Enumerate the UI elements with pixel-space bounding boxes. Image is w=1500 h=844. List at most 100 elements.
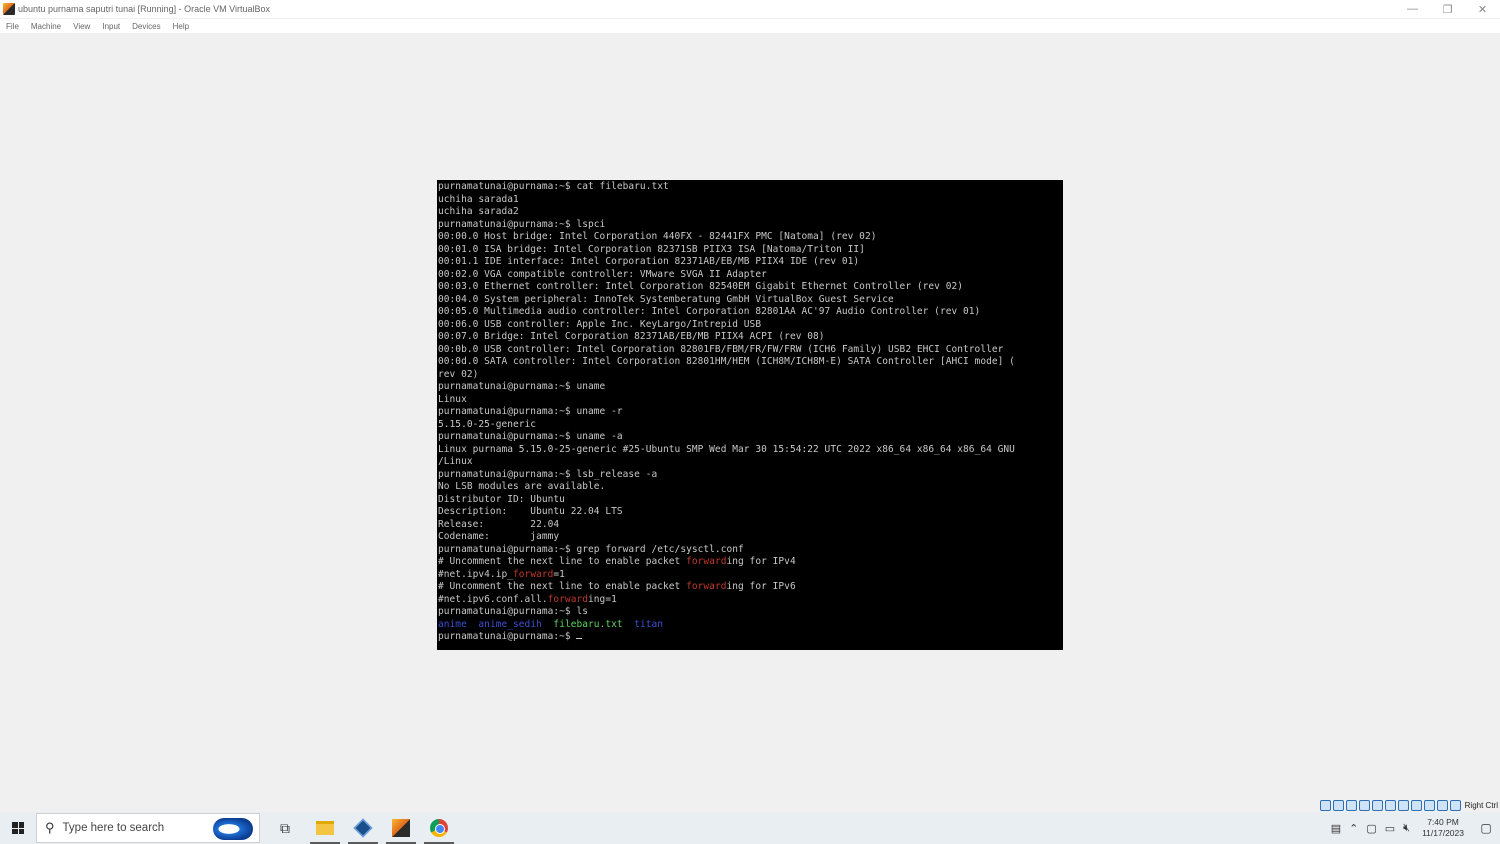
show-hidden-icons-chevron-icon[interactable]: ⌃ bbox=[1345, 822, 1362, 835]
terminal-line: #net.ipv4.ip_forward=1 bbox=[438, 569, 1063, 582]
terminal-line: 00:04.0 System peripheral: InnoTek Syste… bbox=[438, 293, 894, 305]
terminal-line: purnamatunai@purnama:~$ ls bbox=[438, 606, 589, 617]
menu-help[interactable]: Help bbox=[167, 22, 195, 31]
terminal-line: 00:00.0 Host bridge: Intel Corporation 4… bbox=[438, 231, 877, 242]
device-icon[interactable]: ▢ bbox=[1362, 822, 1380, 835]
search-icon: ⚲ bbox=[45, 820, 55, 835]
restore-button[interactable]: ❐ bbox=[1430, 0, 1465, 18]
menu-machine[interactable]: Machine bbox=[25, 22, 67, 31]
clock-time: 7:40 PM bbox=[1427, 817, 1459, 827]
grep-line-pre: # Uncomment the next line to enable pack… bbox=[438, 581, 687, 592]
network-icon[interactable] bbox=[1358, 799, 1370, 811]
terminal-line: Release: 22.04 bbox=[438, 518, 560, 530]
terminal-line: Linux purnama 5.15.0-25-generic #25-Ubun… bbox=[438, 443, 1015, 455]
terminal-line: purnamatunai@purnama:~$ lsb_release -a bbox=[438, 468, 658, 480]
network-tray-icon[interactable]: ▭ bbox=[1381, 822, 1399, 835]
chrome-taskbar-button[interactable] bbox=[420, 812, 458, 844]
system-tray: ▤ ⌃ ▢ ▭ 🔇︎ 7:40 PM 11/17/2023 ▢ bbox=[1327, 812, 1500, 844]
grep-line-post: =1 bbox=[553, 568, 565, 580]
terminal-line: uchiha sarada2 bbox=[438, 206, 519, 217]
ls-dir-anime-sedih: anime_sedih bbox=[478, 618, 542, 630]
terminal-line: 00:03.0 Ethernet controller: Intel Corpo… bbox=[438, 281, 964, 292]
prompt-text: purnamatunai@purnama:~$ bbox=[438, 631, 577, 642]
menu-input[interactable]: Input bbox=[96, 22, 126, 31]
terminal-line: 00:05.0 Multimedia audio controller: Int… bbox=[438, 306, 981, 317]
grep-match: forward bbox=[686, 556, 727, 567]
hard-disk-icon[interactable] bbox=[1319, 799, 1331, 811]
clock-date: 11/17/2023 bbox=[1422, 828, 1464, 838]
grep-line-post: ing=1 bbox=[588, 593, 617, 605]
ls-output: anime anime_sedih filebaru.txt titan bbox=[438, 619, 1063, 632]
optical-drive-icon[interactable] bbox=[1332, 799, 1344, 811]
terminal-line: 00:0b.0 USB controller: Intel Corporatio… bbox=[438, 343, 1004, 355]
terminal-prompt[interactable]: purnamatunai@purnama:~$ bbox=[438, 631, 1063, 644]
audio-icon[interactable] bbox=[1345, 799, 1357, 811]
vm-status-bar: Right Ctrl bbox=[1319, 798, 1500, 812]
terminal-line: #net.ipv6.conf.all.forwarding=1 bbox=[438, 594, 1063, 607]
window-controls: — ❐ ✕ bbox=[1395, 0, 1500, 18]
terminal-output: purnamatunai@purnama:~$ cat filebaru.txt… bbox=[438, 181, 1063, 556]
terminal-line: 00:0d.0 SATA controller: Intel Corporati… bbox=[438, 356, 1015, 367]
taskbar-search[interactable]: ⚲ Type here to search bbox=[36, 813, 260, 843]
terminal-line: 00:06.0 USB controller: Apple Inc. KeyLa… bbox=[438, 318, 762, 330]
grep-line-post: ing for IPv6 bbox=[726, 581, 796, 592]
grep-match: forward bbox=[513, 568, 554, 580]
grep-match: forward bbox=[686, 581, 727, 592]
terminal-line: Description: Ubuntu 22.04 LTS bbox=[438, 506, 623, 517]
task-view-icon: ⧉ bbox=[280, 819, 290, 836]
menu-bar: File Machine View Input Devices Help bbox=[0, 19, 1500, 33]
terminal-line: 00:02.0 VGA compatible controller: VMwar… bbox=[438, 268, 767, 280]
search-placeholder: Type here to search bbox=[62, 822, 165, 834]
chrome-icon bbox=[430, 819, 448, 837]
terminal-line: purnamatunai@purnama:~$ cat filebaru.txt bbox=[438, 181, 669, 192]
terminal-cursor bbox=[576, 638, 583, 639]
windows-logo-icon bbox=[12, 822, 24, 834]
minimize-button[interactable]: — bbox=[1395, 0, 1430, 18]
notification-center-icon[interactable]: ▢ bbox=[1472, 812, 1500, 844]
host-key-label: Right Ctrl bbox=[1464, 800, 1498, 810]
clock[interactable]: 7:40 PM 11/17/2023 bbox=[1414, 817, 1472, 839]
ls-file-filebaru: filebaru.txt bbox=[553, 618, 623, 630]
usb-icon[interactable] bbox=[1371, 799, 1383, 811]
keyboard-capture-icon[interactable] bbox=[1449, 799, 1461, 811]
ls-dir-anime: anime bbox=[438, 618, 467, 630]
menu-devices[interactable]: Devices bbox=[126, 22, 166, 31]
virtualbox-app-icon bbox=[3, 3, 15, 15]
video-capture-icon[interactable] bbox=[1410, 799, 1422, 811]
grep-line-pre: # Uncomment the next line to enable pack… bbox=[438, 556, 687, 567]
folder-icon bbox=[316, 821, 334, 835]
terminal-line: rev 02) bbox=[438, 368, 479, 380]
terminal-line: 00:01.0 ISA bridge: Intel Corporation 82… bbox=[438, 243, 865, 255]
title-bar: ubuntu purnama saputri tunai [Running] -… bbox=[0, 0, 1500, 18]
terminal-line: # Uncomment the next line to enable pack… bbox=[438, 556, 1063, 569]
display-icon[interactable] bbox=[1397, 799, 1409, 811]
terminal-line: 00:07.0 Bridge: Intel Corporation 82371A… bbox=[438, 331, 825, 342]
terminal-line: Distributor ID: Ubuntu bbox=[438, 493, 565, 505]
volume-muted-icon[interactable]: 🔇︎ bbox=[1399, 822, 1414, 835]
terminal-line: /Linux bbox=[438, 456, 473, 467]
vm-terminal[interactable]: purnamatunai@purnama:~$ cat filebaru.txt… bbox=[437, 180, 1063, 650]
grep-line-pre: #net.ipv6.conf.all. bbox=[438, 593, 548, 605]
task-view-button[interactable]: ⧉ bbox=[266, 812, 304, 844]
start-button[interactable] bbox=[0, 812, 36, 844]
terminal-line: purnamatunai@purnama:~$ grep forward /et… bbox=[438, 543, 744, 555]
file-explorer-button[interactable] bbox=[306, 812, 344, 844]
menu-view[interactable]: View bbox=[67, 22, 96, 31]
terminal-line: 5.15.0-25-generic bbox=[438, 418, 537, 430]
virtualbox-taskbar-button[interactable] bbox=[344, 812, 382, 844]
terminal-line: 00:01.1 IDE interface: Intel Corporation… bbox=[438, 256, 860, 267]
terminal-line: No LSB modules are available. bbox=[438, 481, 606, 492]
shared-folders-icon[interactable] bbox=[1384, 799, 1396, 811]
menu-file[interactable]: File bbox=[0, 22, 25, 31]
ls-dir-titan: titan bbox=[634, 618, 664, 630]
vm-window-icon bbox=[392, 819, 410, 837]
terminal-line: purnamatunai@purnama:~$ uname bbox=[438, 381, 606, 392]
mouse-integration-icon[interactable] bbox=[1436, 799, 1448, 811]
cpu-icon[interactable] bbox=[1423, 799, 1435, 811]
keyboard-layout-icon[interactable]: ▤ bbox=[1327, 822, 1345, 835]
virtualbox-icon bbox=[353, 818, 373, 838]
vm-window-taskbar-button[interactable] bbox=[382, 812, 420, 844]
grep-line-post: ing for IPv4 bbox=[726, 556, 796, 567]
close-button[interactable]: ✕ bbox=[1465, 0, 1500, 18]
cortana-icon[interactable] bbox=[213, 818, 253, 840]
